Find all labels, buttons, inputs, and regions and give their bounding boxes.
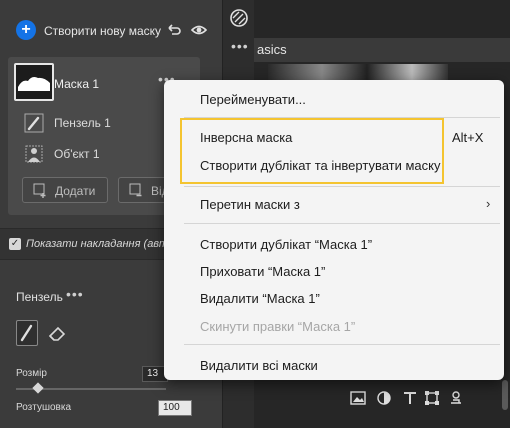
create-mask-button[interactable]: +	[16, 20, 36, 40]
add-button[interactable]: Додати	[22, 177, 108, 203]
add-button-label: Додати	[55, 184, 96, 198]
mask-component-label: Об'єкт 1	[54, 147, 100, 161]
mask-thumbnail[interactable]	[14, 63, 54, 101]
menu-item-duplicate-invert[interactable]: Створити дублікат та інвертувати маску	[200, 158, 441, 173]
brush-title: Пензель	[16, 290, 63, 304]
size-label: Розмір	[16, 368, 47, 379]
brush-icon	[24, 113, 44, 133]
size-slider-knob[interactable]	[32, 382, 44, 394]
transform-icon[interactable]	[424, 390, 440, 406]
menu-item-rename[interactable]: Перейменувати...	[200, 92, 306, 107]
brush-tool-button[interactable]	[16, 320, 38, 346]
menu-divider	[184, 344, 500, 345]
feather-label: Розтушовка	[16, 402, 72, 413]
scrollbar[interactable]	[502, 380, 508, 410]
menu-item-duplicate[interactable]: Створити дублікат “Маска 1”	[200, 237, 372, 252]
eye-icon[interactable]	[191, 22, 207, 38]
chevron-right-icon: ›	[486, 196, 491, 211]
create-mask-label[interactable]: Створити нову маску	[44, 24, 161, 38]
menu-item-hide[interactable]: Приховати “Маска 1”	[200, 264, 325, 279]
overlay-checkbox[interactable]: ✓	[9, 238, 21, 250]
menu-item-invert-mask[interactable]: Інверсна маска	[200, 130, 292, 145]
feather-input[interactable]: 100	[158, 400, 192, 416]
menu-item-intersect[interactable]: Перетин маски з	[200, 197, 300, 212]
basics-title: asics	[257, 42, 287, 57]
basics-header[interactable]: asics	[254, 38, 510, 62]
subtract-mask-icon	[129, 183, 142, 197]
masks-header: + Створити нову маску	[0, 0, 252, 60]
brush-more-icon[interactable]: •••	[66, 286, 84, 302]
overlay-label[interactable]: Показати накладання (авто)	[26, 238, 178, 250]
bottom-toolbar	[350, 390, 500, 412]
undo-icon[interactable]	[166, 22, 182, 38]
menu-item-reset: Скинути правки “Маска 1”	[200, 319, 356, 334]
contrast-icon[interactable]	[376, 390, 392, 406]
invert-shortcut: Alt+X	[452, 130, 484, 145]
mask-component-label: Пензель 1	[54, 116, 111, 130]
menu-divider	[184, 186, 500, 187]
mask-name[interactable]: Маска 1	[54, 77, 99, 91]
highlight-box	[180, 118, 444, 184]
eraser-icon[interactable]	[46, 322, 68, 344]
menu-divider	[184, 223, 500, 224]
menu-item-delete-all[interactable]: Видалити всі маски	[200, 358, 318, 373]
text-icon[interactable]	[402, 390, 418, 406]
brush-icon	[20, 324, 33, 342]
menu-item-delete[interactable]: Видалити “Маска 1”	[200, 291, 320, 306]
add-mask-icon	[33, 183, 46, 198]
context-menu: Перейменувати... Інверсна маска Alt+X Ст…	[164, 80, 504, 380]
person-icon	[25, 145, 43, 163]
mask-tool-icon[interactable]	[229, 8, 249, 28]
image-icon[interactable]	[350, 390, 366, 406]
tool-more-icon[interactable]: •••	[231, 38, 249, 54]
mask-shape-icon	[18, 77, 50, 91]
stamp-icon[interactable]	[448, 390, 464, 406]
